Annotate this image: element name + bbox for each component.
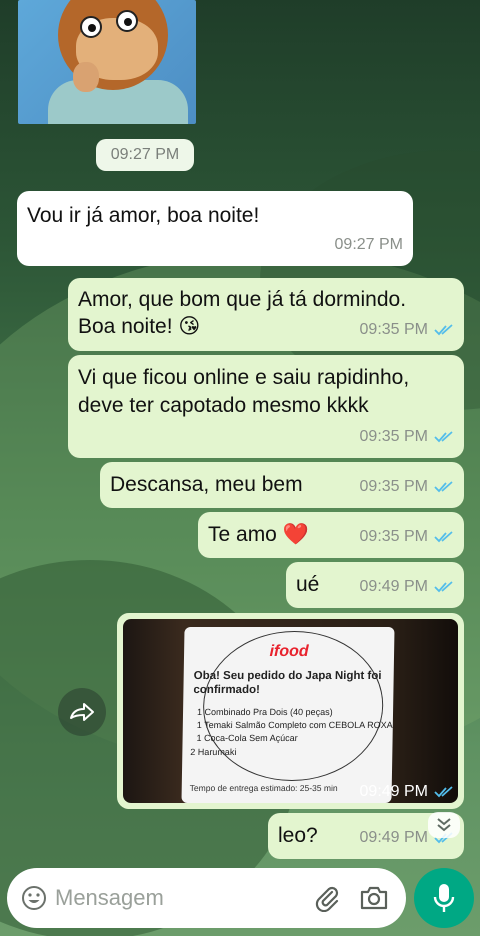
- message-meta: 09:35 PM: [360, 474, 454, 500]
- message-composer: [7, 868, 406, 928]
- chevron-double-down-icon: [437, 818, 451, 832]
- message-text: leo?: [278, 824, 318, 847]
- message-time: 09:35 PM: [359, 528, 428, 545]
- message-text: ué: [296, 573, 320, 596]
- message-time: 09:35 PM: [359, 478, 428, 495]
- message-bubble-image[interactable]: ifood Oba! Seu pedido do Japa Night foi …: [117, 613, 464, 809]
- message-time: 09:49 PM: [359, 783, 428, 800]
- order-screenshot-image[interactable]: ifood Oba! Seu pedido do Japa Night foi …: [123, 619, 458, 803]
- read-receipt-icon: [434, 481, 453, 493]
- message-time: 09:35 PM: [359, 428, 428, 445]
- message-time: 09:49 PM: [359, 829, 428, 846]
- read-receipt-icon: [434, 786, 453, 798]
- read-receipt-icon: [434, 324, 453, 336]
- sticker-timestamp: 09:27 PM: [96, 139, 194, 171]
- message-meta: 09:35 PM: [360, 524, 454, 550]
- order-item: 1 Coca-Cola Sem Açúcar: [196, 733, 298, 743]
- message-text: Te amo ❤️: [208, 523, 309, 546]
- scroll-to-bottom-button[interactable]: [428, 812, 460, 838]
- message-time: 09:49 PM: [359, 578, 428, 595]
- message-text-line: Amor, que bom que já tá dormindo.: [78, 288, 407, 311]
- sticker-shape: [73, 62, 99, 92]
- order-headline: Oba! Seu pedido do Japa Night foi confir…: [193, 670, 382, 696]
- message-time: 09:27 PM: [334, 236, 403, 253]
- order-eta: Tempo de entrega estimado: 25-35 min: [189, 783, 338, 793]
- message-bubble-outgoing[interactable]: Amor, que bom que já tá dormindo. Boa no…: [68, 278, 464, 351]
- message-meta: 09:35 PM: [360, 317, 454, 343]
- message-text: Descansa, meu bem: [110, 473, 303, 496]
- message-text-line: deve ter capotado mesmo kkkk: [78, 394, 369, 417]
- message-text-line: Vi que ficou online e saiu rapidinho,: [78, 366, 410, 389]
- message-input[interactable]: [55, 882, 295, 914]
- message-bubble-outgoing[interactable]: Vi que ficou online e saiu rapidinho, de…: [68, 355, 464, 458]
- camera-icon[interactable]: [359, 884, 389, 912]
- message-bubble-incoming[interactable]: Vou ir já amor, boa noite! 09:27 PM: [17, 191, 413, 266]
- message-meta: 09:49 PM: [360, 574, 454, 600]
- message-text: Vou ir já amor, boa noite!: [27, 204, 260, 227]
- paperclip-icon[interactable]: [313, 884, 341, 912]
- sticker-shape: [116, 10, 138, 32]
- ifood-logo: ifood: [269, 643, 309, 660]
- microphone-icon: [433, 884, 455, 912]
- monkey-puppet-sticker[interactable]: [18, 0, 196, 124]
- message-meta: 09:49 PM: [360, 783, 454, 801]
- read-receipt-icon: [434, 431, 453, 443]
- forward-button[interactable]: [58, 688, 106, 736]
- message-bubble-outgoing[interactable]: Descansa, meu bem 09:35 PM: [100, 462, 464, 508]
- message-meta: 09:27 PM: [335, 232, 403, 258]
- order-item: 2 Harumaki: [190, 747, 237, 757]
- message-text-line: Boa noite! 😘: [78, 315, 201, 338]
- phone-screen: ifood Oba! Seu pedido do Japa Night foi …: [181, 627, 395, 803]
- read-receipt-icon: [434, 581, 453, 593]
- message-bubble-outgoing[interactable]: Te amo ❤️ 09:35 PM: [198, 512, 464, 558]
- emoji-icon[interactable]: [21, 885, 47, 911]
- order-item: 1 Temaki Salmão Completo com CEBOLA ROXA: [196, 720, 393, 730]
- message-bubble-outgoing[interactable]: ué 09:49 PM: [286, 562, 464, 608]
- forward-icon: [70, 703, 94, 721]
- message-meta: 09:35 PM: [360, 424, 454, 450]
- message-time: 09:35 PM: [359, 321, 428, 338]
- microphone-button[interactable]: [414, 868, 474, 928]
- sticker-shape: [80, 16, 102, 38]
- read-receipt-icon: [434, 531, 453, 543]
- order-item: 1 Combinado Pra Dois (40 peças): [196, 707, 333, 717]
